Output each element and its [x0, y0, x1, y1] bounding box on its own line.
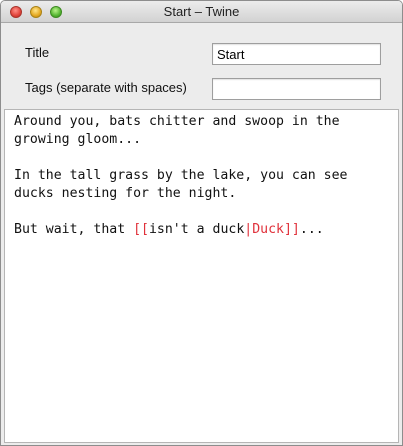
- passage-paragraph-with-link: But wait, that [[isn't a duck|Duck]]...: [14, 221, 389, 239]
- paragraph-text: But wait, that: [14, 222, 134, 237]
- window-title: Start – Twine: [163, 4, 240, 19]
- link-open-brackets: [[: [133, 222, 149, 237]
- passage-text-editor[interactable]: Around you, bats chitter and swoop in th…: [4, 109, 399, 443]
- link-target: Duck: [252, 222, 284, 237]
- passage-properties-form: Title Tags (separate with spaces): [1, 23, 402, 109]
- title-label: Title: [25, 45, 50, 60]
- title-input[interactable]: [212, 43, 381, 65]
- link-display-text: isn't a duck: [148, 222, 245, 237]
- link-close-brackets: ]]: [283, 222, 300, 237]
- passage-editor-window: Start – Twine Title Tags (separate with …: [0, 0, 403, 446]
- tags-label: Tags (separate with spaces): [25, 80, 187, 95]
- tags-input[interactable]: [212, 78, 381, 100]
- passage-paragraph: Around you, bats chitter and swoop in th…: [14, 114, 340, 147]
- passage-paragraph: In the tall grass by the lake, you can s…: [14, 168, 348, 201]
- paragraph-text: ...: [299, 222, 324, 237]
- title-bar[interactable]: Start – Twine: [1, 1, 402, 23]
